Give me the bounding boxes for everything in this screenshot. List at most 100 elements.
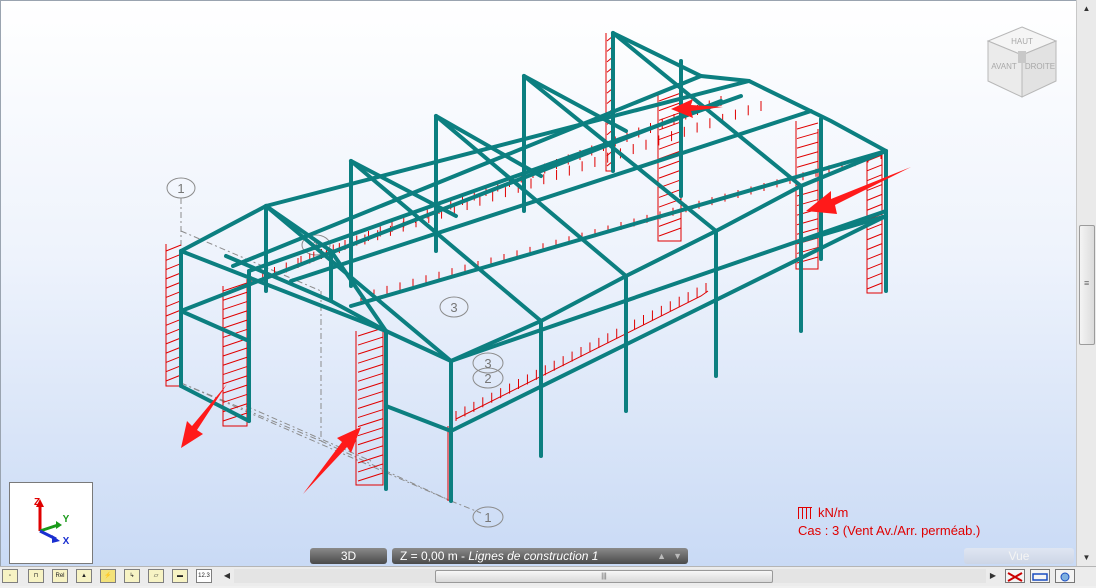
view-cube-top: HAUT [1011, 37, 1033, 46]
load-hatch-line [222, 347, 248, 357]
grid-label-3-front: 3 [484, 356, 491, 371]
load-hatch-line [357, 463, 384, 473]
scroll-right-icon[interactable]: ▶ [986, 569, 1000, 583]
load-hatch-line [165, 346, 182, 354]
scroll-down-icon[interactable]: ▼ [1077, 549, 1096, 566]
load-hatch-line [866, 193, 883, 201]
panel-icon[interactable]: ▱ [148, 569, 164, 583]
load-hatch-line [866, 233, 883, 241]
load-hatch-line [357, 372, 384, 382]
grid-label-1-left: 1 [177, 181, 184, 196]
scroll-up-icon[interactable]: ▲ [1077, 0, 1096, 17]
view-cube-right: DROITE [1025, 62, 1055, 71]
load-hatch-line [222, 366, 248, 376]
load-hatch-line [357, 409, 384, 419]
horizontal-scroll-thumb[interactable]: ||| [435, 570, 773, 583]
load-hatch-line [866, 203, 883, 211]
grid-label-3-mid: 3 [450, 300, 457, 315]
3d-viewport[interactable]: 1 1 2 3 3 1 HAUT AVANT DROITE Z Y X kN/m… [0, 0, 1076, 566]
load-hatch-line [866, 164, 883, 172]
vertical-scrollbar[interactable]: ▲ ≡ ▼ [1076, 0, 1096, 566]
load-hatch-line [165, 290, 182, 298]
load-hatch-line [357, 472, 384, 482]
view-mode-button[interactable]: 3D [310, 548, 387, 564]
load-unit: kN/m [818, 505, 849, 520]
load-hatch-line [357, 336, 384, 346]
load-hatch-line [658, 169, 682, 179]
load-hatch-line [866, 262, 883, 270]
load-hatch-line [165, 263, 182, 271]
load-hatch-line [165, 337, 182, 345]
load-hatch-line [658, 227, 682, 237]
load-hatch-line [165, 309, 182, 317]
load-hatch-line [222, 375, 248, 385]
vertical-scroll-thumb[interactable]: ≡ [1079, 225, 1095, 345]
load-hatch-line [658, 140, 682, 150]
horizontal-scrollbar[interactable]: ◀ ||| ▶ [220, 569, 1000, 583]
load-hatch-line [357, 381, 384, 391]
section-icon[interactable]: ⊓ [28, 569, 44, 583]
load-hatch-line [165, 253, 182, 261]
load-hatch-line [866, 272, 883, 280]
load-hatch-line [222, 356, 248, 366]
level-up-icon[interactable]: ▲ [657, 548, 666, 564]
level-description: Lignes de construction 1 [468, 549, 599, 563]
load-legend-icon [798, 507, 812, 519]
load-hatch-line [357, 427, 384, 437]
load-hatch-line [165, 300, 182, 308]
load-hatch-line [165, 365, 182, 373]
load-hatch-line [357, 436, 384, 446]
grid-label-1-bottom: 1 [484, 510, 491, 525]
bottom-toolbar: ▫ ⊓ Rel ▲ ⚡ ↳ ▱ ▬ 12.3 ◀ ||| ▶ [0, 566, 1096, 586]
load-hatch-line [357, 354, 384, 364]
load-hatch-line [357, 445, 384, 455]
load-hatch-line [165, 374, 182, 382]
support-icon[interactable]: ▲ [76, 569, 92, 583]
load-hatch-line [165, 281, 182, 289]
load-hatch-line [165, 318, 182, 326]
grid-toggle-icon[interactable] [1005, 569, 1025, 583]
load-legend: kN/m Cas : 3 (Vent Av./Arr. perméab.) [798, 504, 980, 540]
axis-gizmo: Z Y X [9, 482, 93, 564]
view-cube[interactable]: HAUT AVANT DROITE [984, 23, 1060, 101]
node-icon[interactable]: ▫ [2, 569, 18, 583]
arrow-left [181, 384, 227, 448]
axis-y-label: Y [63, 514, 70, 525]
load-hatch-line [222, 384, 248, 394]
load-hatch-line [357, 418, 384, 428]
view-options-icon[interactable] [1055, 569, 1075, 583]
load-hatch-line [222, 310, 248, 320]
current-level-selector[interactable]: Z = 0,00 m - Lignes de construction 1 ▲ … [392, 548, 688, 564]
load-hatch-line [796, 141, 819, 149]
load-hatch-line [866, 282, 883, 290]
slab-icon[interactable]: ▬ [172, 569, 188, 583]
load-hatch-line [222, 319, 248, 329]
level-down-icon[interactable]: ▼ [673, 548, 682, 564]
axis-x-label: X [63, 536, 70, 547]
release-icon[interactable]: Rel [52, 569, 68, 583]
view-cube-front: AVANT [991, 62, 1017, 71]
numbering-icon[interactable]: 12.3 [196, 569, 212, 583]
load-hatch-line [866, 243, 883, 251]
load-hatch-line [165, 355, 182, 363]
load-icon[interactable]: ⚡ [100, 569, 116, 583]
view-selector[interactable]: Vue [964, 548, 1074, 564]
load-hatch-line [357, 390, 384, 400]
load-hatch-line [357, 363, 384, 373]
load-hatch-line [796, 160, 819, 168]
load-case-label: Cas : 3 (Vent Av./Arr. perméab.) [798, 523, 981, 538]
load-hatch-line [866, 252, 883, 260]
load-hatch-line [165, 244, 182, 252]
scroll-left-icon[interactable]: ◀ [220, 569, 234, 583]
load-hatch-line [796, 122, 819, 130]
axis-z-label: Z [34, 497, 40, 508]
structure-scene[interactable]: 1 1 2 3 3 1 [1, 1, 1076, 566]
load-hatch-line [165, 272, 182, 280]
level-label: Z = 0,00 m [400, 549, 458, 563]
load-hatch-line [357, 345, 384, 355]
grid-label-2: 2 [484, 371, 491, 386]
display-toggle-icon[interactable] [1030, 569, 1050, 583]
load-hatch-line [796, 151, 819, 159]
load-hatch-line [357, 400, 384, 409]
member-icon[interactable]: ↳ [124, 569, 140, 583]
